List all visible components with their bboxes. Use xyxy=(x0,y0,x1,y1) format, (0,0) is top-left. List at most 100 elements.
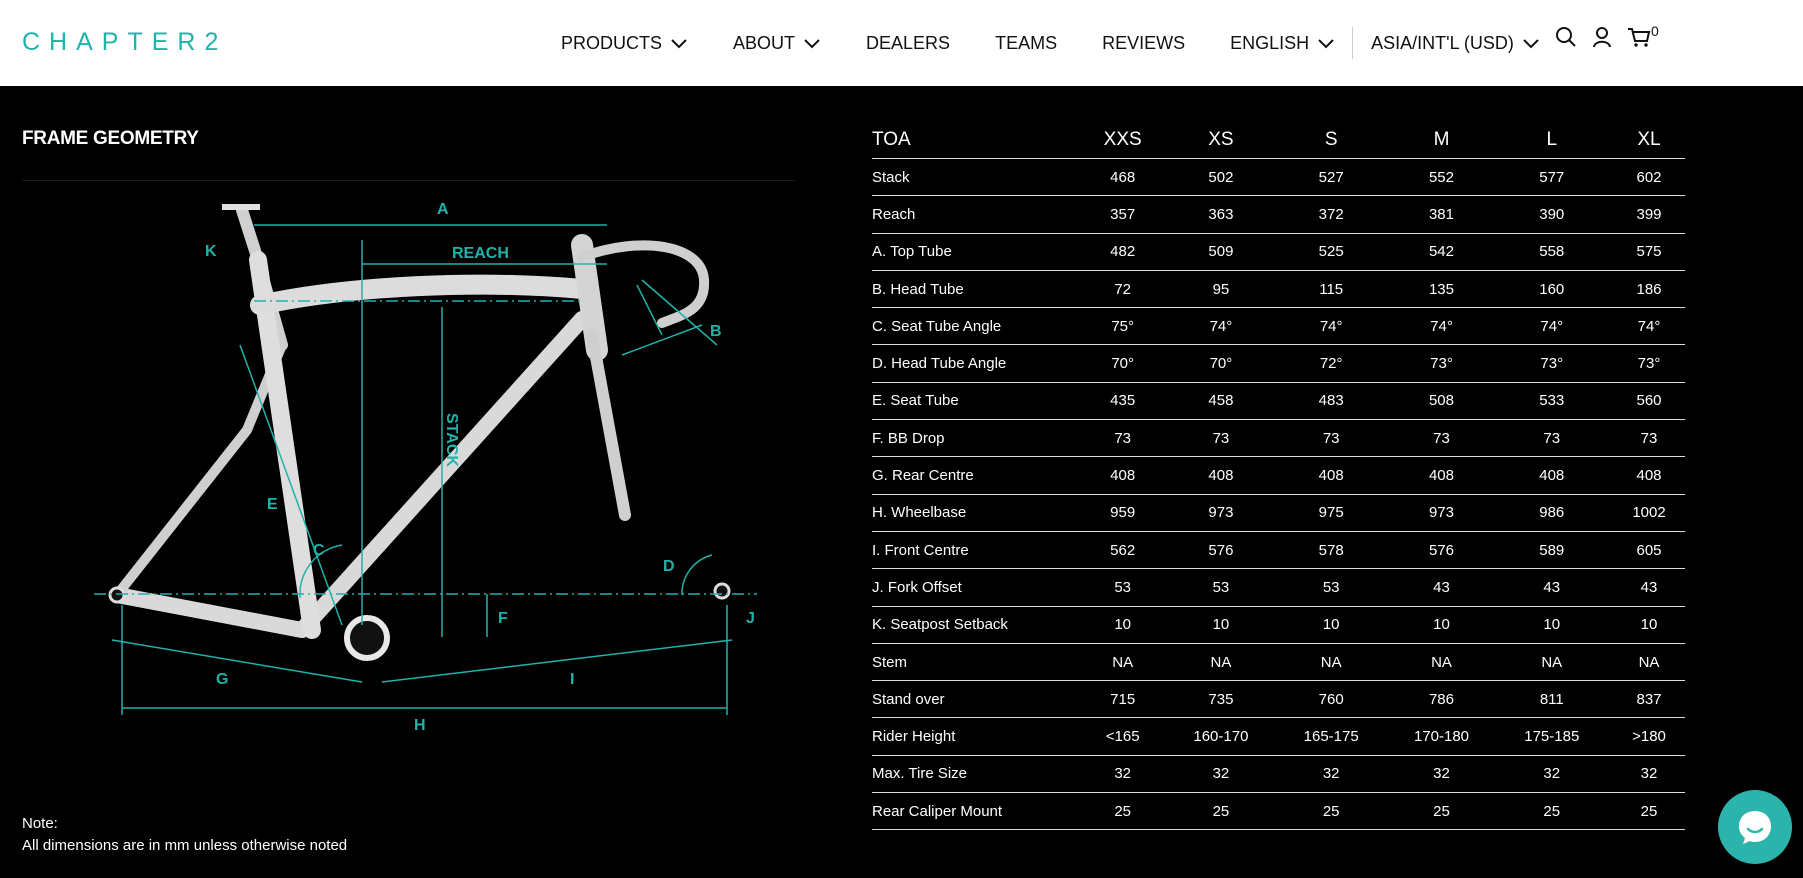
row-label: H. Wheelbase xyxy=(872,494,1074,532)
label-a: A xyxy=(437,201,449,218)
table-cell: 408 xyxy=(1490,456,1613,495)
table-cell: 525 xyxy=(1269,233,1393,271)
search-icon[interactable] xyxy=(1555,26,1577,48)
nav-reviews-label: REVIEWS xyxy=(1102,32,1186,53)
table-cell: 578 xyxy=(1269,531,1393,570)
row-label: A. Top Tube xyxy=(872,233,1074,271)
label-d: D xyxy=(663,558,675,575)
table-cell: 160-170 xyxy=(1171,717,1270,756)
table-cell: 160 xyxy=(1490,270,1613,309)
table-cell: 25 xyxy=(1490,792,1613,831)
note-title: Note: xyxy=(22,815,58,832)
table-cell: 10 xyxy=(1171,606,1270,644)
table-cell: 175-185 xyxy=(1490,717,1613,756)
table-row: E. Seat Tube 435 458 483 508 533 560 xyxy=(872,382,1685,421)
table-row: Rear Caliper Mount 25 25 25 25 25 25 xyxy=(872,792,1685,831)
row-label: F. BB Drop xyxy=(872,419,1074,458)
table-cell: 32 xyxy=(1613,755,1685,794)
chat-bubble-icon xyxy=(1739,811,1771,844)
table-cell: 399 xyxy=(1613,195,1685,234)
table-cell: 32 xyxy=(1392,755,1491,794)
table-cell: 73° xyxy=(1392,344,1491,383)
frame-geometry-diagram: A REACH K B STACK E C D F J G I H xyxy=(94,201,757,734)
table-cell: 32 xyxy=(1171,755,1270,794)
table-cell: 74° xyxy=(1490,307,1613,346)
label-e: E xyxy=(267,496,278,513)
page-title: FRAME GEOMETRY xyxy=(22,128,199,149)
nav-reviews[interactable]: REVIEWS xyxy=(1102,33,1185,54)
chat-button[interactable] xyxy=(1718,790,1792,864)
cart-icon[interactable] xyxy=(1627,26,1651,48)
table-cell: 533 xyxy=(1490,382,1613,421)
table-row: Rider Height <165 160-170 165-175 170-180 175… xyxy=(872,717,1685,756)
table-cell: 542 xyxy=(1392,233,1491,271)
geometry-dimension-lines xyxy=(94,224,757,715)
label-f: F xyxy=(498,610,508,627)
table-header: S xyxy=(1269,122,1393,159)
nav-dealers[interactable]: DEALERS xyxy=(866,33,950,54)
table-cell: 25 xyxy=(1613,792,1685,831)
table-cell: 73 xyxy=(1269,419,1393,458)
table-header: L xyxy=(1490,122,1613,159)
table-cell: 73 xyxy=(1073,419,1172,458)
nav-about-label: ABOUT xyxy=(733,32,796,53)
site-header: CHAPTER2 PRODUCTS ABOUT DEALERS TEAMS RE… xyxy=(0,0,1803,86)
row-label: G. Rear Centre xyxy=(872,456,1074,495)
table-cell: 25 xyxy=(1392,792,1491,831)
table-cell: 74° xyxy=(1392,307,1491,346)
table-header: TOA xyxy=(872,122,1074,159)
row-label: Max. Tire Size xyxy=(872,755,1074,794)
table-row: Stem NA NA NA NA NA NA xyxy=(872,643,1685,682)
table-header: XL xyxy=(1613,122,1685,159)
table-cell: NA xyxy=(1269,643,1393,682)
row-label: Rear Caliper Mount xyxy=(872,792,1074,831)
label-b: B xyxy=(710,323,722,340)
row-label: Reach xyxy=(872,195,1074,234)
table-cell: 408 xyxy=(1392,456,1491,495)
table-cell: 74° xyxy=(1171,307,1270,346)
table-cell: 372 xyxy=(1269,195,1393,234)
table-cell: 786 xyxy=(1392,680,1491,719)
table-cell: 186 xyxy=(1613,270,1685,309)
table-cell: 10 xyxy=(1269,606,1393,644)
table-cell: 43 xyxy=(1392,568,1491,607)
table-cell: 73 xyxy=(1613,419,1685,458)
table-row: K. Seatpost Setback 10 10 10 10 10 10 xyxy=(872,606,1685,644)
table-cell: 95 xyxy=(1171,270,1270,309)
table-cell: 837 xyxy=(1613,680,1685,719)
nav-dealers-label: DEALERS xyxy=(866,32,951,53)
nav-teams[interactable]: TEAMS xyxy=(995,33,1057,54)
table-row: D. Head Tube Angle 70° 70° 72° 73° 73° 73° xyxy=(872,344,1685,383)
nav-region[interactable]: ASIA/INT'L (USD) xyxy=(1371,33,1540,54)
account-icon[interactable] xyxy=(1591,26,1613,48)
table-cell: 483 xyxy=(1269,382,1393,421)
row-label: Stand over xyxy=(872,680,1074,719)
table-cell: 811 xyxy=(1490,680,1613,719)
table-cell: <165 xyxy=(1073,717,1172,756)
table-row: Stand over 715 735 760 786 811 837 xyxy=(872,680,1685,719)
nav-products[interactable]: PRODUCTS xyxy=(561,33,688,54)
nav-about[interactable]: ABOUT xyxy=(733,33,821,54)
table-row: Stack 468 502 527 552 577 602 xyxy=(872,158,1685,197)
chevron-down-icon xyxy=(1523,39,1539,49)
table-cell: 74° xyxy=(1269,307,1393,346)
brand-logo[interactable]: CHAPTER2 xyxy=(22,28,227,57)
nav-language[interactable]: ENGLISH xyxy=(1230,33,1335,54)
table-cell: 975 xyxy=(1269,494,1393,532)
table-row: C. Seat Tube Angle 75° 74° 74° 74° 74° 74° xyxy=(872,307,1685,346)
table-cell: 973 xyxy=(1392,494,1491,532)
table-cell: 10 xyxy=(1073,606,1172,644)
table-cell: 73 xyxy=(1490,419,1613,458)
table-cell: 408 xyxy=(1613,456,1685,495)
table-row: H. Wheelbase 959 973 975 973 986 1002 xyxy=(872,494,1685,532)
table-cell: 562 xyxy=(1073,531,1172,570)
table-cell: NA xyxy=(1490,643,1613,682)
table-row: A. Top Tube 482 509 525 542 558 575 xyxy=(872,233,1685,271)
table-cell: 408 xyxy=(1171,456,1270,495)
table-cell: 986 xyxy=(1490,494,1613,532)
label-j: J xyxy=(746,610,755,627)
row-label: C. Seat Tube Angle xyxy=(872,307,1074,346)
label-stack: STACK xyxy=(443,413,460,467)
geometry-table: TOA XXS XS S M L XL Stack 468 502 527 552 577… xyxy=(872,122,1685,831)
table-cell: 170-180 xyxy=(1392,717,1491,756)
